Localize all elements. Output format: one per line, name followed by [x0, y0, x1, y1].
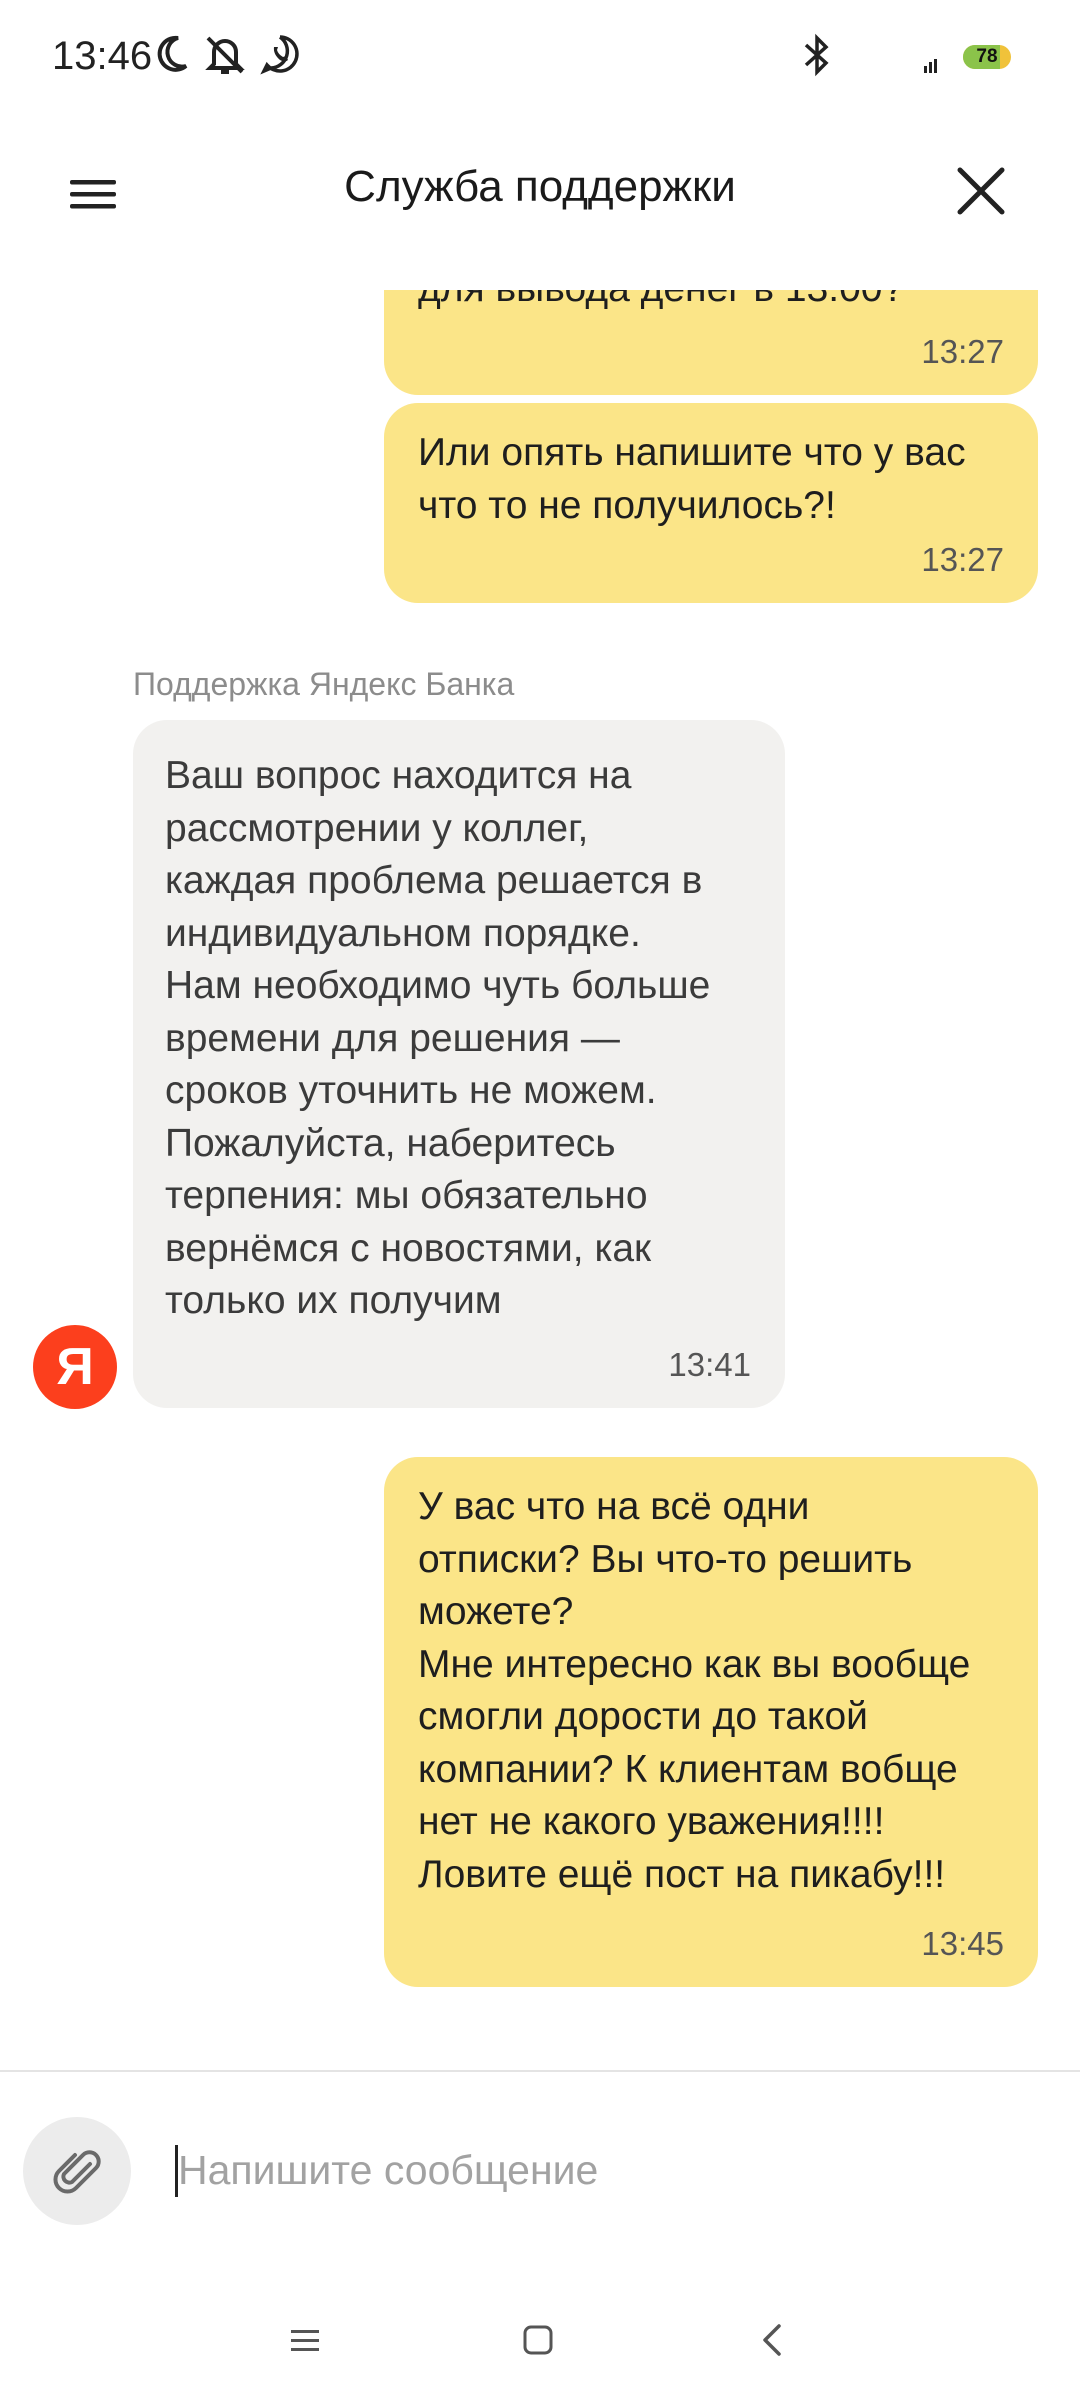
message-time: 13:41: [668, 1346, 751, 1383]
battery-icon: 78: [963, 45, 1011, 69]
system-nav-bar: [0, 2280, 1080, 2400]
back-button[interactable]: [733, 2310, 813, 2370]
close-button[interactable]: [950, 160, 1012, 222]
message-time: 13:27: [921, 333, 1004, 370]
bell-off-icon: [202, 32, 248, 83]
message-outgoing[interactable]: У вас что на всё одни отписки? Вы что-то…: [384, 1457, 1038, 1987]
message-text: для вывода денег в 13:00?: [418, 290, 904, 316]
message-text: Ваш вопрос находится на рассмотрении у к…: [165, 754, 711, 1322]
message-time: 13:27: [921, 541, 1004, 578]
message-input[interactable]: [175, 2135, 1038, 2205]
message-outgoing[interactable]: Или опять напишите что у вас что то не п…: [384, 403, 1038, 603]
message-input-wrapper[interactable]: [175, 2135, 1038, 2205]
composer-divider: [0, 2070, 1080, 2072]
message-list[interactable]: для вывода денег в 13:00? 13:27 Или опят…: [0, 290, 1080, 2070]
back-icon: [763, 2324, 781, 2356]
recent-apps-button[interactable]: [265, 2310, 345, 2370]
battery-level: 78: [976, 46, 998, 67]
avatar[interactable]: Я: [33, 1325, 117, 1409]
status-time: 13:46: [52, 34, 153, 78]
text-cursor: [175, 2145, 178, 2197]
message-outgoing[interactable]: для вывода денег в 13:00? 13:27: [384, 290, 1038, 395]
signal-icon: [923, 58, 939, 79]
moon-icon: [152, 32, 192, 81]
home-button[interactable]: [498, 2310, 578, 2370]
message-text: У вас что на всё одни отписки? Вы что-то…: [418, 1485, 971, 1896]
message-incoming[interactable]: Ваш вопрос находится на рассмотрении у к…: [133, 720, 785, 1408]
attach-button[interactable]: [23, 2117, 131, 2225]
home-icon: [523, 2325, 553, 2355]
paperclip-icon: [53, 2150, 101, 2194]
sender-name: Поддержка Яндекс Банка: [133, 666, 515, 702]
recent-apps-icon: [291, 2330, 319, 2351]
whatsapp-icon: [258, 32, 302, 81]
chat-header: Служба поддержки: [0, 130, 1080, 255]
status-bar: 13:46 78: [0, 0, 1080, 115]
page-title: Служба поддержки: [344, 162, 736, 211]
bluetooth-icon: [800, 32, 834, 83]
message-text: Или опять напишите что у вас что то не п…: [418, 431, 966, 527]
close-icon: [957, 167, 1005, 215]
message-time: 13:45: [921, 1925, 1004, 1962]
